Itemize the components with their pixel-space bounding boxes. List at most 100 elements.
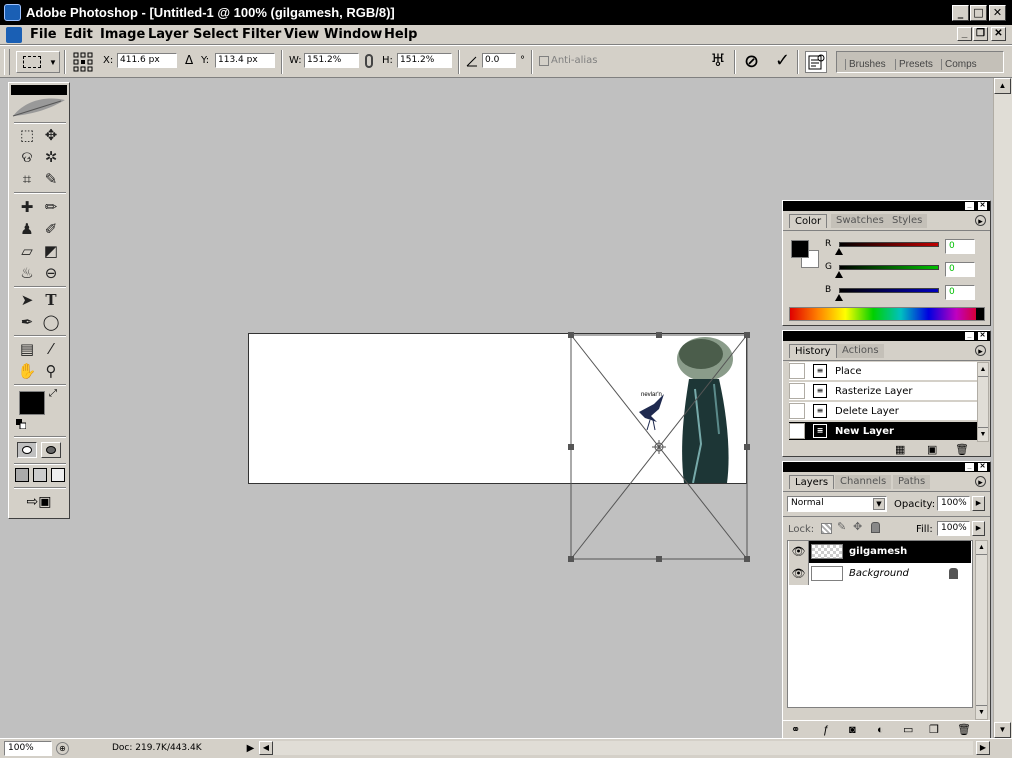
color-panel-minimize[interactable]: _ [965,202,974,210]
channel-slider-thumb-g[interactable] [835,271,843,278]
opacity-field[interactable]: 100% [937,496,970,511]
channel-slider-thumb-b[interactable] [835,294,843,301]
menu-select[interactable]: Select [193,27,238,42]
new-snapshot-icon[interactable]: ▣ [927,443,937,456]
gradient-tool-icon[interactable]: ◩ [39,241,63,261]
horizontal-scrollbar[interactable] [273,741,973,755]
layer-row[interactable]: 👁 Background [789,563,971,585]
magic-wand-icon[interactable]: ✲ [39,147,63,167]
jump-to-imageready-icon[interactable]: ⇨▣ [21,493,57,511]
zoom-navigator-icon[interactable]: ⊕ [56,742,69,755]
antialias-checkbox[interactable] [539,56,549,66]
layers-scrollbar[interactable]: ▲ ▼ [975,540,988,720]
tab-color[interactable]: Color [789,214,828,228]
screen-mode-standard-icon[interactable] [15,468,29,482]
file-browser-icon[interactable] [805,51,827,73]
type-tool-icon[interactable]: T [39,290,63,310]
palette-well-tab-comps[interactable]: Comps [941,59,977,70]
close-button[interactable]: ✕ [989,5,1006,21]
color-panel-foreground-swatch[interactable] [791,240,809,258]
vertical-scrollbar[interactable]: ▲ ▼ [993,78,1012,738]
channel-slider-b[interactable] [839,288,939,293]
healing-brush-icon[interactable]: ✚ [15,197,39,217]
pen-tool-icon[interactable]: ✒ [15,312,39,332]
history-panel-close[interactable]: ✕ [978,332,987,340]
lock-transparency-icon[interactable] [821,523,832,534]
commit-transform-icon[interactable]: ✓ [775,50,790,71]
eyedropper-icon[interactable]: ⁄ [39,339,63,359]
rotation-field[interactable]: 0.0 [482,53,516,68]
history-panel-menu-icon[interactable]: ▸ [975,345,986,356]
menu-view[interactable]: View [284,27,319,42]
height-field[interactable]: 151.2% [397,53,452,68]
history-scrollbar[interactable]: ▲ ▼ [977,362,989,442]
warp-mode-icon[interactable]: ♅ [708,51,728,73]
document-icon[interactable] [6,27,22,43]
link-layers-icon[interactable]: ⚭ [791,723,800,737]
tab-history[interactable]: History [789,344,837,358]
channel-value-g[interactable]: 0 [945,262,975,277]
x-position-field[interactable]: 411.6 px [117,53,177,68]
new-layer-icon[interactable]: ❐ [929,723,939,737]
screen-mode-menubar-icon[interactable] [33,468,47,482]
menu-layer[interactable]: Layer [148,27,188,42]
layer-name[interactable]: Background [849,563,909,585]
maximize-button[interactable]: □ [970,5,987,21]
channel-slider-g[interactable] [839,265,939,270]
fill-slider-button[interactable]: ▶ [972,521,985,536]
menu-filter[interactable]: Filter [242,27,281,42]
delete-layer-icon[interactable]: 🗑 [957,723,971,737]
blur-tool-icon[interactable]: ♨ [15,263,39,283]
layers-panel-minimize[interactable]: _ [965,463,974,471]
clone-stamp-icon[interactable]: ♟ [15,219,39,239]
rectangular-marquee-icon[interactable]: ⬚ [15,125,39,145]
scroll-up-button[interactable]: ▲ [994,78,1011,94]
scroll-down-button[interactable]: ▼ [994,722,1011,738]
menu-window[interactable]: Window [324,27,382,42]
feather-logo-icon[interactable] [11,96,67,120]
tab-paths[interactable]: Paths [893,475,931,489]
history-brush-source-box[interactable] [789,423,805,439]
quick-mask-icon[interactable] [41,442,61,458]
notes-tool-icon[interactable]: ▤ [15,339,39,359]
layer-name[interactable]: gilgamesh [849,541,907,563]
history-panel-titlebar[interactable]: _ ✕ [783,331,990,341]
scroll-left-button[interactable]: ◀ [259,741,273,755]
scroll-right-button[interactable]: ▶ [976,741,990,755]
status-menu-arrow-icon[interactable]: ▶ [244,742,257,755]
fill-field[interactable]: 100% [937,521,970,536]
layer-row[interactable]: 👁 gilgamesh [789,541,971,563]
brush-tool-icon[interactable]: ✏ [39,197,63,217]
tab-swatches[interactable]: Swatches [831,214,889,228]
layers-panel-titlebar[interactable]: _ ✕ [783,462,990,472]
standard-mode-icon[interactable] [17,442,37,458]
y-position-field[interactable]: 113.4 px [215,53,275,68]
path-selection-icon[interactable]: ➤ [15,290,39,310]
color-panel-titlebar[interactable]: _ ✕ [783,201,990,211]
history-item[interactable]: ≡ New Layer [789,422,977,441]
eye-visibility-icon[interactable]: 👁 [789,541,809,563]
history-brush-source-box[interactable] [789,363,805,379]
swap-colors-icon[interactable]: ⤢ [49,388,57,399]
eraser-tool-icon[interactable]: ▱ [15,241,39,261]
lock-position-icon[interactable]: ✥ [853,520,862,533]
eye-visibility-icon[interactable]: 👁 [789,563,809,585]
slice-tool-icon[interactable]: ✎ [39,169,63,189]
menu-file[interactable]: File [30,27,57,42]
zoom-tool-icon[interactable]: ⚲ [39,361,63,381]
width-field[interactable]: 151.2% [304,53,359,68]
move-tool-icon[interactable]: ✥ [39,125,63,145]
transform-bounding-box[interactable] [568,332,750,562]
channel-slider-thumb-r[interactable] [835,248,843,255]
menu-help[interactable]: Help [384,27,417,42]
options-grip[interactable] [4,49,10,75]
channel-value-r[interactable]: 0 [945,239,975,254]
tab-channels[interactable]: Channels [835,475,892,489]
history-item[interactable]: ≡ Rasterize Layer [789,382,977,401]
new-document-from-state-icon[interactable]: ▦ [895,443,905,456]
menu-edit[interactable]: Edit [64,27,93,42]
hand-tool-icon[interactable]: ✋ [15,361,39,381]
history-item[interactable]: ≡ Place [789,362,977,381]
toolbox-titlebar[interactable] [11,85,67,95]
palette-well-tab-presets[interactable]: Presets [895,59,933,70]
